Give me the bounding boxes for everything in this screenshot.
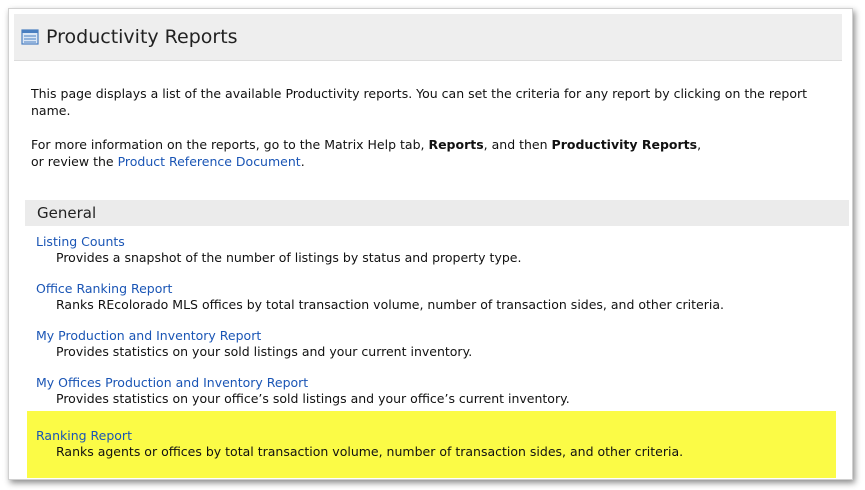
list-item: My Production and Inventory Report Provi… — [36, 328, 846, 375]
report-description: Provides statistics on your sold listing… — [56, 344, 473, 359]
intro-paragraph-1: This page displays a list of the availab… — [31, 86, 808, 118]
intro-text-part: , and then — [483, 137, 552, 152]
intro-text-part: For more information on the reports, go … — [31, 137, 429, 152]
report-link-listing-counts[interactable]: Listing Counts — [36, 234, 846, 250]
report-description: Ranks REcolorado MLS offices by total tr… — [56, 297, 724, 312]
report-description: Provides a snapshot of the number of lis… — [56, 250, 522, 265]
report-list: Listing Counts Provides a snapshot of th… — [36, 234, 846, 422]
report-description: Provides statistics on your office’s sol… — [56, 391, 570, 406]
report-list-icon — [21, 28, 39, 46]
section-title: General — [37, 204, 97, 222]
page-title: Productivity Reports — [46, 26, 238, 48]
list-item: Listing Counts Provides a snapshot of th… — [36, 234, 846, 281]
intro-bold-productivity: Productivity Reports — [551, 137, 698, 152]
report-description: Ranks agents or offices by total transac… — [56, 444, 684, 459]
list-item: Office Ranking Report Ranks REcolorado M… — [36, 281, 846, 328]
page-header: Productivity Reports — [14, 14, 842, 61]
intro-paragraph-2: For more information on the reports, go … — [31, 136, 831, 170]
intro-text-part: . — [300, 154, 305, 169]
intro-text-part: or review the — [31, 154, 118, 169]
section-header-general: General — [25, 200, 849, 226]
product-reference-link[interactable]: Product Reference Document — [118, 154, 301, 169]
report-link-ranking-report[interactable]: Ranking Report — [36, 428, 836, 444]
report-link-my-offices-production-inventory[interactable]: My Offices Production and Inventory Repo… — [36, 375, 846, 391]
list-item: Ranking Report Ranks agents or offices b… — [36, 428, 836, 475]
intro-text: This page displays a list of the availab… — [31, 85, 831, 187]
report-link-my-production-inventory[interactable]: My Production and Inventory Report — [36, 328, 846, 344]
report-link-office-ranking[interactable]: Office Ranking Report — [36, 281, 846, 297]
intro-bold-reports: Reports — [428, 137, 484, 152]
intro-text-part: , — [697, 137, 702, 152]
